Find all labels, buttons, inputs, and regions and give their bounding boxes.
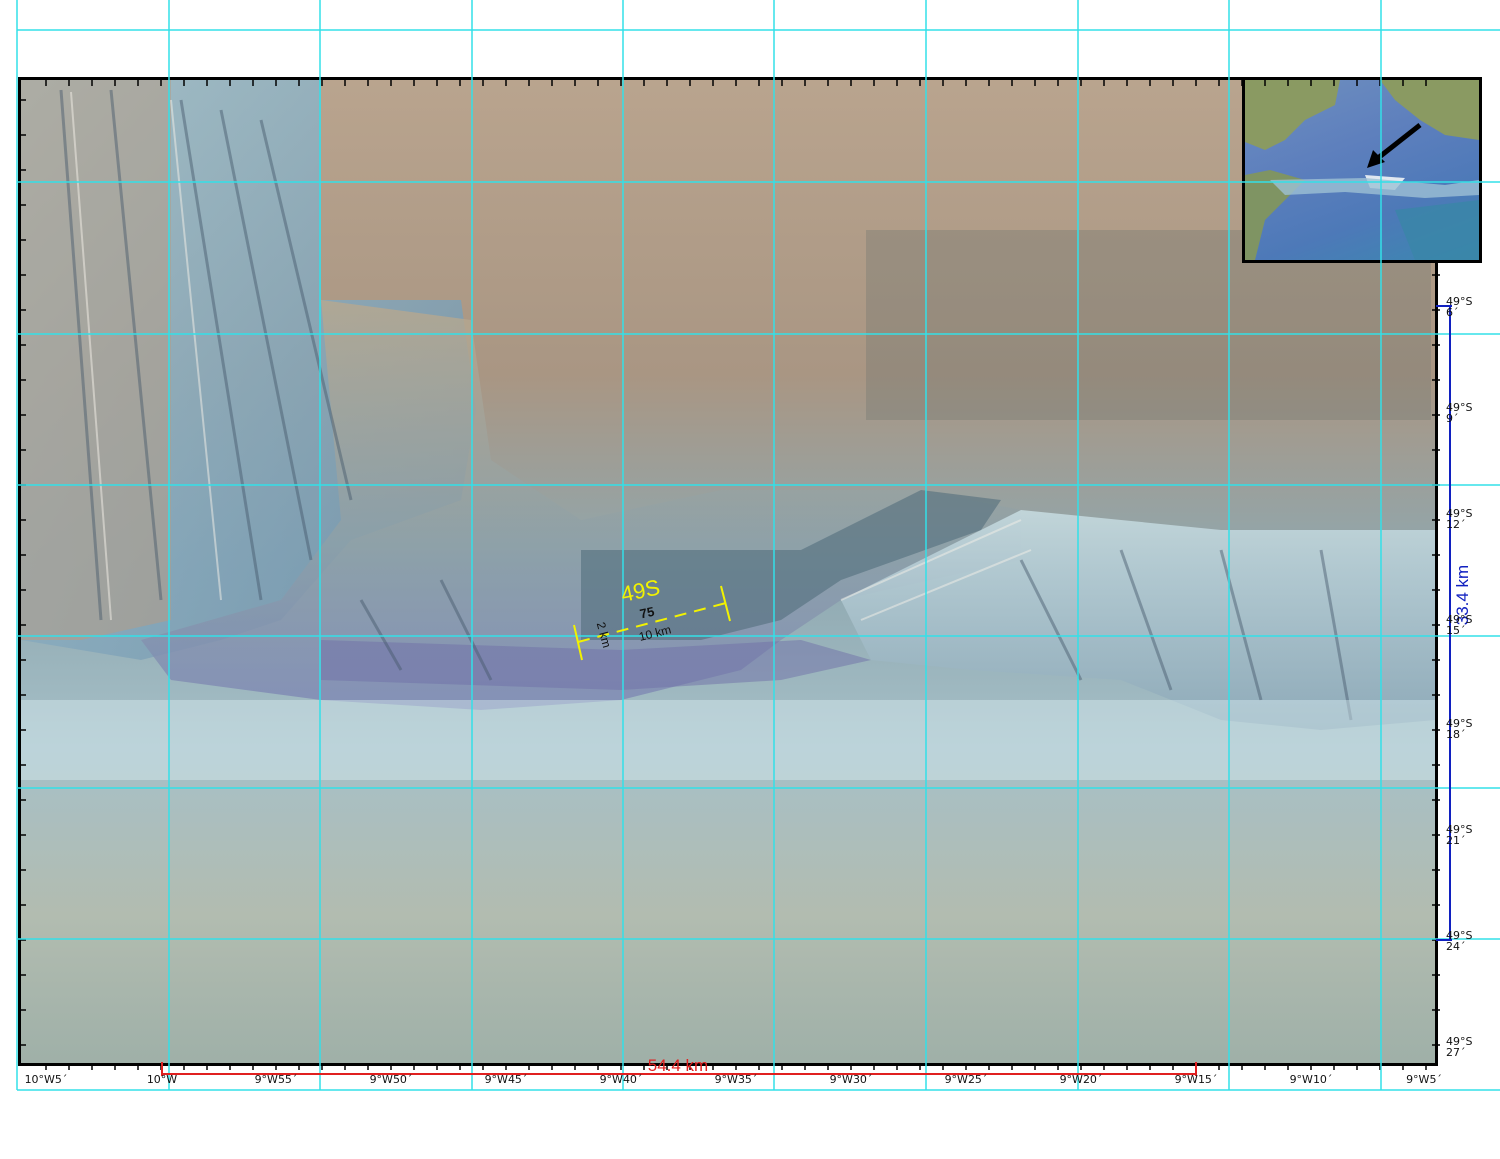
latitude-minute: 27´ [1446, 1046, 1466, 1059]
feature-label: 49S [619, 574, 662, 607]
latitude-minute: 9´ [1446, 412, 1459, 425]
latitude-minute: 18´ [1446, 728, 1466, 741]
longitude-label: 9°W50´ [369, 1073, 413, 1086]
latitude-label: 49°S 27´ [1446, 1036, 1486, 1058]
longitude-label: 10°W [146, 1073, 178, 1086]
latitude-minute: 24´ [1446, 940, 1466, 953]
longitude-label: 9°W20´ [1059, 1073, 1103, 1086]
longitude-label: 9°W10´ [1289, 1073, 1333, 1086]
latitude-minute: 12´ [1446, 518, 1466, 531]
horizontal-scale-label: 54.4 km [648, 1056, 708, 1075]
latitude-minute: 15´ [1446, 624, 1466, 637]
longitude-label: 9°W30´ [829, 1073, 873, 1086]
latitude-minute: 21´ [1446, 834, 1466, 847]
latitude-label: 49°S 18´ [1446, 718, 1486, 740]
feature-number: 75 [638, 604, 655, 622]
latitude-label: 49°S 6´ [1446, 296, 1486, 318]
latitude-label: 49°S 15´ [1446, 614, 1486, 636]
latitude-minute: 6´ [1446, 306, 1459, 319]
grid-lines [16, 0, 1500, 1091]
longitude-label: 9°W40´ [599, 1073, 643, 1086]
feature-width: 2 km [594, 621, 614, 650]
longitude-label: 9°W5´ [1406, 1073, 1442, 1086]
latitude-label: 49°S 9´ [1446, 402, 1486, 424]
longitude-label: 9°W15´ [1174, 1073, 1218, 1086]
latitude-label: 49°S 12´ [1446, 508, 1486, 530]
longitude-label: 9°W55´ [254, 1073, 298, 1086]
map-overlay: 54.4 km 33.4 km 49S 75 10 km 2 km [16, 0, 1500, 1091]
latitude-label: 49°S 24´ [1446, 930, 1486, 952]
latitude-label: 49°S 21´ [1446, 824, 1486, 846]
longitude-label: 9°W25´ [944, 1073, 988, 1086]
longitude-label: 9°W45´ [484, 1073, 528, 1086]
frame-ticks [18, 80, 1440, 1070]
longitude-label: 10°W5´ [24, 1073, 68, 1086]
longitude-label: 9°W35´ [714, 1073, 758, 1086]
